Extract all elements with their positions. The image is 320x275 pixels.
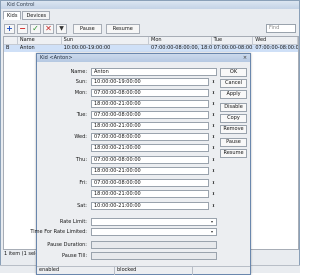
row-flag: B — [6, 45, 10, 51]
time-for-rate-limited-label: Time For Rate Limited: — [30, 229, 87, 235]
dropdown-arrow-icon[interactable]: ▾ — [209, 229, 215, 235]
resume-button[interactable]: Resume — [220, 149, 247, 158]
tab-kids[interactable]: Kids — [3, 11, 22, 20]
up-down-arrow-icon[interactable]: ⬍ — [211, 79, 216, 84]
filter-icon: ▼ — [59, 24, 64, 32]
column-header-mon[interactable]: Mon — [149, 37, 212, 44]
fri-time-field[interactable]: 07:00:00-08:00:00 — [91, 179, 209, 187]
up-down-arrow-icon[interactable]: ⬍ — [211, 134, 216, 139]
remove-button[interactable]: − — [17, 23, 28, 34]
apply-button[interactable]: Apply — [220, 90, 247, 99]
status-enabled: enabled — [37, 267, 115, 275]
enable-button[interactable]: ✓ — [30, 23, 41, 34]
ok-button[interactable]: OK — [220, 68, 247, 77]
status-blocked: blocked — [115, 267, 193, 275]
up-down-arrow-icon[interactable]: ⬍ — [211, 145, 216, 150]
toolbar: + − ✓ ✕ ▼ Pause Resume — [2, 22, 300, 35]
thu-label: Thu: — [75, 157, 87, 163]
rate-limit-field[interactable] — [91, 218, 217, 226]
up-down-arrow-icon[interactable]: ⬍ — [211, 203, 216, 208]
tab-bar: Kids Devices — [3, 11, 51, 20]
pause-button[interactable]: Pause — [220, 138, 247, 147]
add-button[interactable]: + — [4, 23, 15, 34]
dialog-title-bar: Kid <Anton> × — [37, 54, 250, 62]
name-field[interactable]: Anton — [91, 68, 217, 76]
thu-time-field[interactable]: 18:00:00-21:00:00 — [91, 167, 209, 175]
disable-button[interactable]: ✕ — [43, 23, 54, 34]
row-mon: 07:00:00-08:00:00, 18:00:00-21:00:00 — [151, 45, 212, 51]
sat-label: Sat: — [77, 203, 87, 209]
sun-label: Sun: — [75, 79, 87, 85]
up-down-arrow-icon[interactable]: ⬍ — [211, 157, 216, 162]
up-down-arrow-icon[interactable]: ⬍ — [211, 123, 216, 128]
fri-label: Fri: — [79, 180, 87, 186]
row-sun: 10:00:00-19:00:00 — [63, 45, 111, 51]
pause-till-field — [91, 252, 217, 260]
copy-button[interactable]: Copy — [220, 114, 247, 123]
wed-time-field[interactable]: 07:00:00-08:00:00 — [91, 133, 209, 141]
tab-devices[interactable]: Devices — [22, 11, 51, 20]
row-name: Anton — [19, 45, 35, 51]
find-input[interactable]: Find — [266, 24, 296, 33]
pause-duration-label: Pause Duration: — [47, 242, 87, 248]
tue-time-field[interactable]: 18:00:00-21:00:00 — [91, 122, 209, 130]
up-down-arrow-icon[interactable]: ⬍ — [211, 180, 216, 185]
column-header-wed[interactable]: Wed — [253, 37, 298, 44]
pause-duration-field — [91, 241, 217, 249]
table-header: Name Sun Mon Tue Wed — [4, 37, 298, 45]
up-down-arrow-icon[interactable]: ⬍ — [211, 90, 216, 95]
column-header-flag[interactable] — [4, 37, 18, 44]
time-for-rate-limited-field[interactable] — [91, 228, 217, 236]
pause-till-label: Pause Till: — [61, 253, 87, 259]
dialog-status-bar: enabled blocked — [37, 266, 250, 275]
table-row[interactable]: B Anton 10:00:00-19:00:00 07:00:00-08:00… — [4, 45, 298, 52]
cross-icon: ✕ — [45, 23, 52, 33]
resume-button[interactable]: Resume — [105, 23, 140, 34]
disable-button[interactable]: Disable — [220, 103, 247, 112]
thu-time-field[interactable]: 07:00:00-08:00:00 — [91, 156, 209, 164]
remove-button[interactable]: Remove — [220, 125, 247, 134]
name-label: Name: — [70, 69, 87, 75]
row-tue: 07:00:00-08:00:00, 18:00:00-21:00:00 — [213, 45, 254, 51]
dropdown-arrow-icon[interactable]: ▾ — [209, 219, 215, 225]
wed-time-field[interactable]: 18:00:00-21:00:00 — [91, 144, 209, 152]
rate-limit-label: Rate Limit: — [59, 219, 87, 225]
mon-time-field[interactable]: 18:00:00-21:00:00 — [91, 100, 209, 108]
dialog-title: Kid <Anton> — [40, 55, 73, 61]
row-wed: 07:00:00-08:00:00, 18:00:00-21:00:00 — [255, 45, 299, 51]
fri-time-field[interactable]: 18:00:00-21:00:00 — [91, 190, 209, 198]
minus-icon: − — [19, 23, 26, 33]
column-header-tue[interactable]: Tue — [212, 37, 254, 44]
pause-button[interactable]: Pause — [73, 23, 102, 34]
tue-label: Tue: — [76, 112, 87, 118]
window-title: Kid Control — [1, 1, 299, 9]
check-icon: ✓ — [32, 23, 39, 33]
sat-time-field[interactable]: 10:00:00-21:00:00 — [91, 202, 209, 210]
sun-time-field[interactable]: 10:00:00-19:00:00 — [91, 78, 209, 86]
up-down-arrow-icon[interactable]: ⬍ — [211, 168, 216, 173]
filter-button[interactable]: ▼ — [56, 23, 67, 34]
column-header-name[interactable]: Name — [18, 37, 62, 44]
up-down-arrow-icon[interactable]: ⬍ — [211, 101, 216, 106]
plus-icon: + — [6, 23, 13, 33]
kid-dialog: Kid <Anton> × Name: Anton Sun: 10:00:00-… — [30, 53, 251, 275]
tue-time-field[interactable]: 07:00:00-08:00:00 — [91, 111, 209, 119]
up-down-arrow-icon[interactable]: ⬍ — [211, 112, 216, 117]
mon-label: Mon: — [74, 90, 87, 96]
cancel-button[interactable]: Cancel — [220, 79, 247, 88]
up-down-arrow-icon[interactable]: ⬍ — [211, 191, 216, 196]
mon-time-field[interactable]: 07:00:00-08:00:00 — [91, 89, 209, 97]
close-icon[interactable]: × — [242, 55, 248, 61]
wed-label: Wed: — [74, 134, 87, 140]
column-header-sun[interactable]: Sun — [62, 37, 150, 44]
